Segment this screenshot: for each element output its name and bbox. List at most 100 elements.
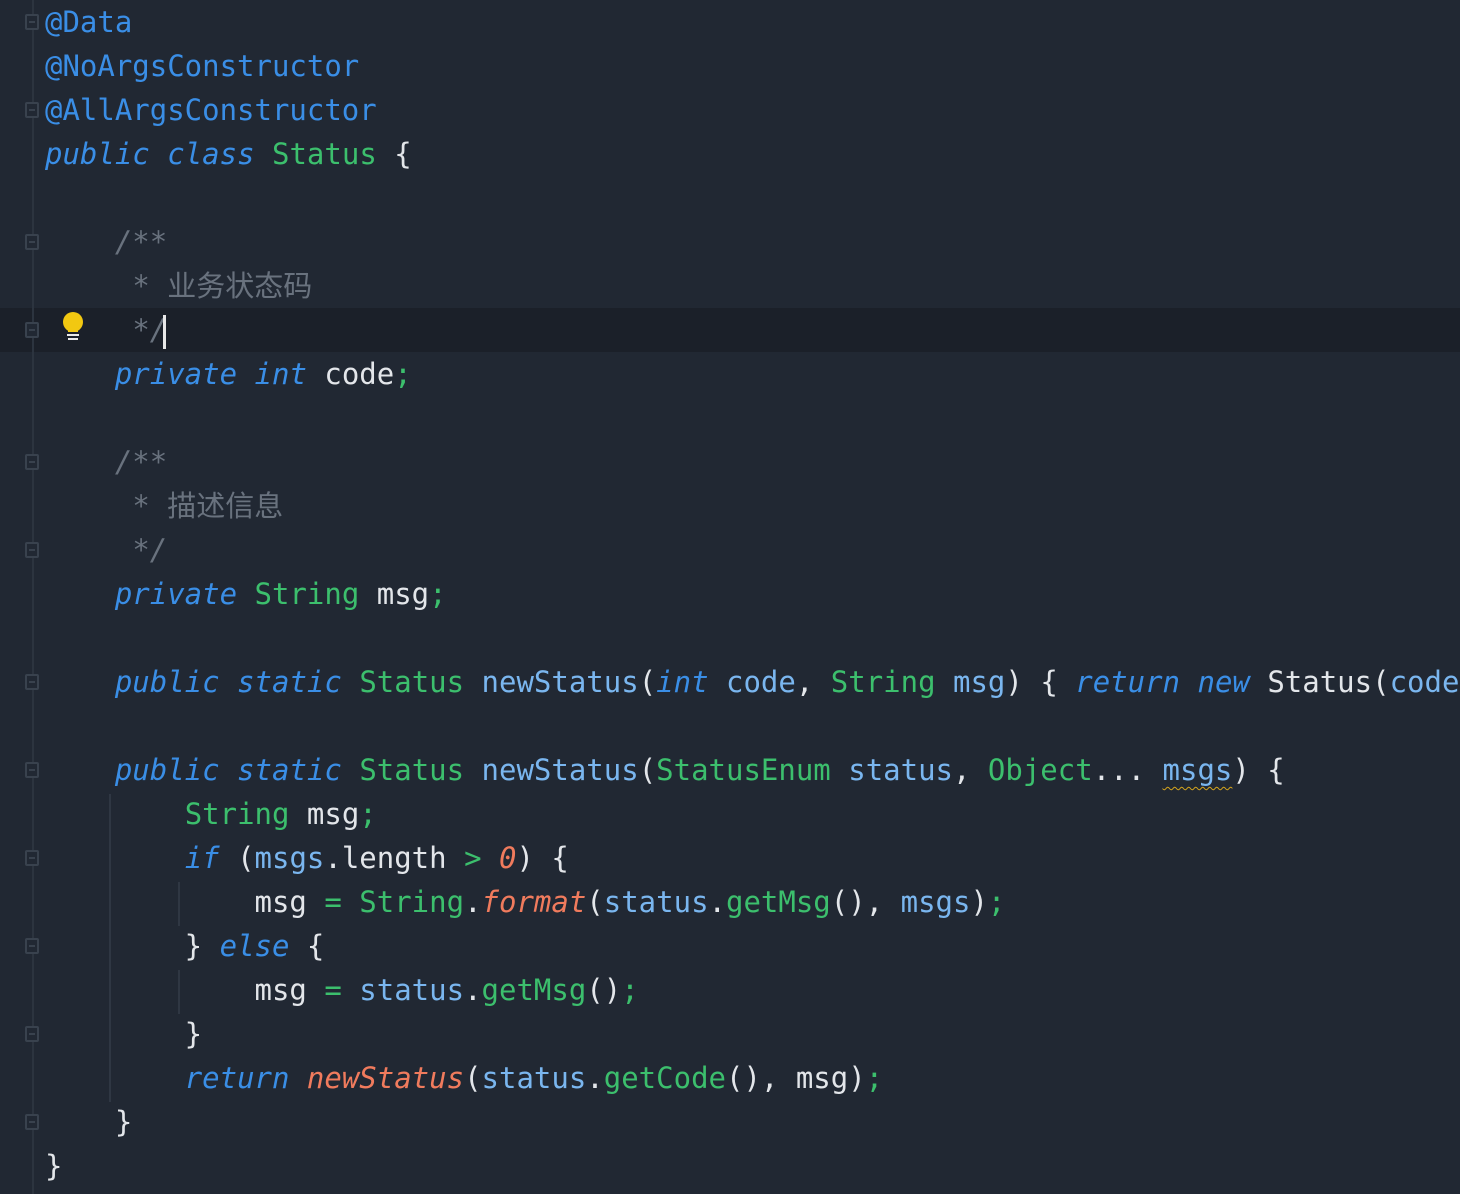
code-token: ;	[621, 973, 639, 1007]
code-token: (	[464, 1061, 482, 1095]
code-token: 业务状态码	[167, 269, 313, 303]
code-token: static	[237, 665, 342, 699]
code-token: return	[1075, 665, 1181, 699]
fold-icon[interactable]	[25, 1026, 39, 1042]
fold-icon[interactable]	[25, 322, 39, 338]
code-token: static	[237, 753, 342, 787]
code-token: /**	[114, 225, 168, 259]
code-line[interactable]: @NoArgsConstructor	[45, 44, 359, 88]
code-token: getCode	[603, 1061, 726, 1095]
code-token: String	[359, 885, 465, 919]
code-token: */	[132, 313, 168, 347]
code-token: 0	[499, 841, 517, 875]
code-token: .	[464, 973, 482, 1007]
code-line[interactable]: msg = String.format(status.getMsg(), msg…	[45, 880, 1006, 924]
fold-icon[interactable]	[25, 542, 39, 558]
code-token: .	[586, 1061, 604, 1095]
code-token: status	[848, 753, 953, 787]
fold-icon[interactable]	[25, 1114, 39, 1130]
code-line[interactable]: /**	[45, 220, 167, 264]
code-line[interactable]: }	[45, 1100, 132, 1144]
code-token: }	[45, 1017, 203, 1051]
code-line[interactable]: @Data	[45, 0, 132, 44]
code-line[interactable]: return newStatus(status.getCode(), msg);	[45, 1056, 883, 1100]
code-line[interactable]: }	[45, 1012, 202, 1056]
code-line[interactable]: private int code;	[45, 352, 412, 396]
code-token: ) {	[1232, 753, 1285, 787]
code-token: getMsg	[726, 885, 831, 919]
code-line[interactable]: } else {	[45, 924, 325, 968]
code-token: format	[481, 885, 587, 919]
code-line[interactable]: */	[45, 528, 167, 572]
fold-icon[interactable]	[25, 762, 39, 778]
code-line[interactable]: public static Status newStatus(StatusEnu…	[45, 748, 1285, 792]
code-token: /**	[114, 445, 168, 479]
code-line[interactable]: * 业务状态码	[45, 264, 312, 308]
code-token: @AllArgsConstructor	[45, 93, 377, 127]
code-token: else	[219, 929, 290, 963]
code-token: *	[132, 489, 168, 523]
fold-icon[interactable]	[25, 850, 39, 866]
fold-icon[interactable]	[25, 454, 39, 470]
code-token: int	[656, 665, 709, 699]
code-token: newStatus	[481, 753, 639, 787]
current-line-highlight	[0, 308, 1460, 352]
code-token: getMsg	[481, 973, 587, 1007]
code-line[interactable]: private String msg;	[45, 572, 447, 616]
fold-icon[interactable]	[25, 938, 39, 954]
code-token: {	[289, 929, 325, 963]
code-editor[interactable]: @Data @NoArgsConstructor @AllArgsConstruct…	[0, 0, 1460, 1194]
code-line[interactable]: * 描述信息	[45, 484, 283, 528]
fold-icon[interactable]	[25, 234, 39, 250]
code-token: (	[219, 841, 255, 875]
code-token: ()	[586, 973, 622, 1007]
code-token: status	[603, 885, 709, 919]
code-token: )	[970, 885, 988, 919]
code-line[interactable]: }	[45, 1144, 62, 1188]
code-token: new	[1197, 665, 1250, 699]
code-token: newStatus	[306, 1061, 465, 1095]
code-token: msg	[45, 885, 325, 919]
code-token: Object	[987, 753, 1093, 787]
fold-icon[interactable]	[25, 102, 39, 118]
code-line[interactable]: /**	[45, 440, 167, 484]
code-line[interactable]: String msg;	[45, 792, 377, 836]
code-token: (),	[830, 885, 901, 919]
code-token: ;	[987, 885, 1006, 919]
code-token: public	[45, 137, 150, 171]
code-token: .	[464, 885, 482, 919]
code-line[interactable]: */	[45, 308, 167, 352]
code-token: ...	[1092, 753, 1163, 787]
code-token: =	[324, 885, 342, 919]
code-line[interactable]: msg = status.getMsg();	[45, 968, 639, 1012]
fold-icon[interactable]	[25, 14, 39, 30]
code-line[interactable]: public class Status {	[45, 132, 412, 176]
code-token: code	[726, 665, 796, 699]
code-token: String	[254, 577, 360, 611]
code-line[interactable]: if (msgs.length > 0) {	[45, 836, 569, 880]
code-token: @NoArgsConstructor	[45, 49, 360, 83]
code-token: (	[586, 885, 604, 919]
code-line[interactable]: @AllArgsConstructor	[45, 88, 377, 132]
fold-icon[interactable]	[25, 674, 39, 690]
code-token: .length	[324, 841, 465, 875]
code-token: (	[638, 665, 657, 699]
code-line[interactable]: public static Status newStatus(int code,…	[45, 660, 1460, 704]
code-token: newStatus	[481, 665, 639, 699]
